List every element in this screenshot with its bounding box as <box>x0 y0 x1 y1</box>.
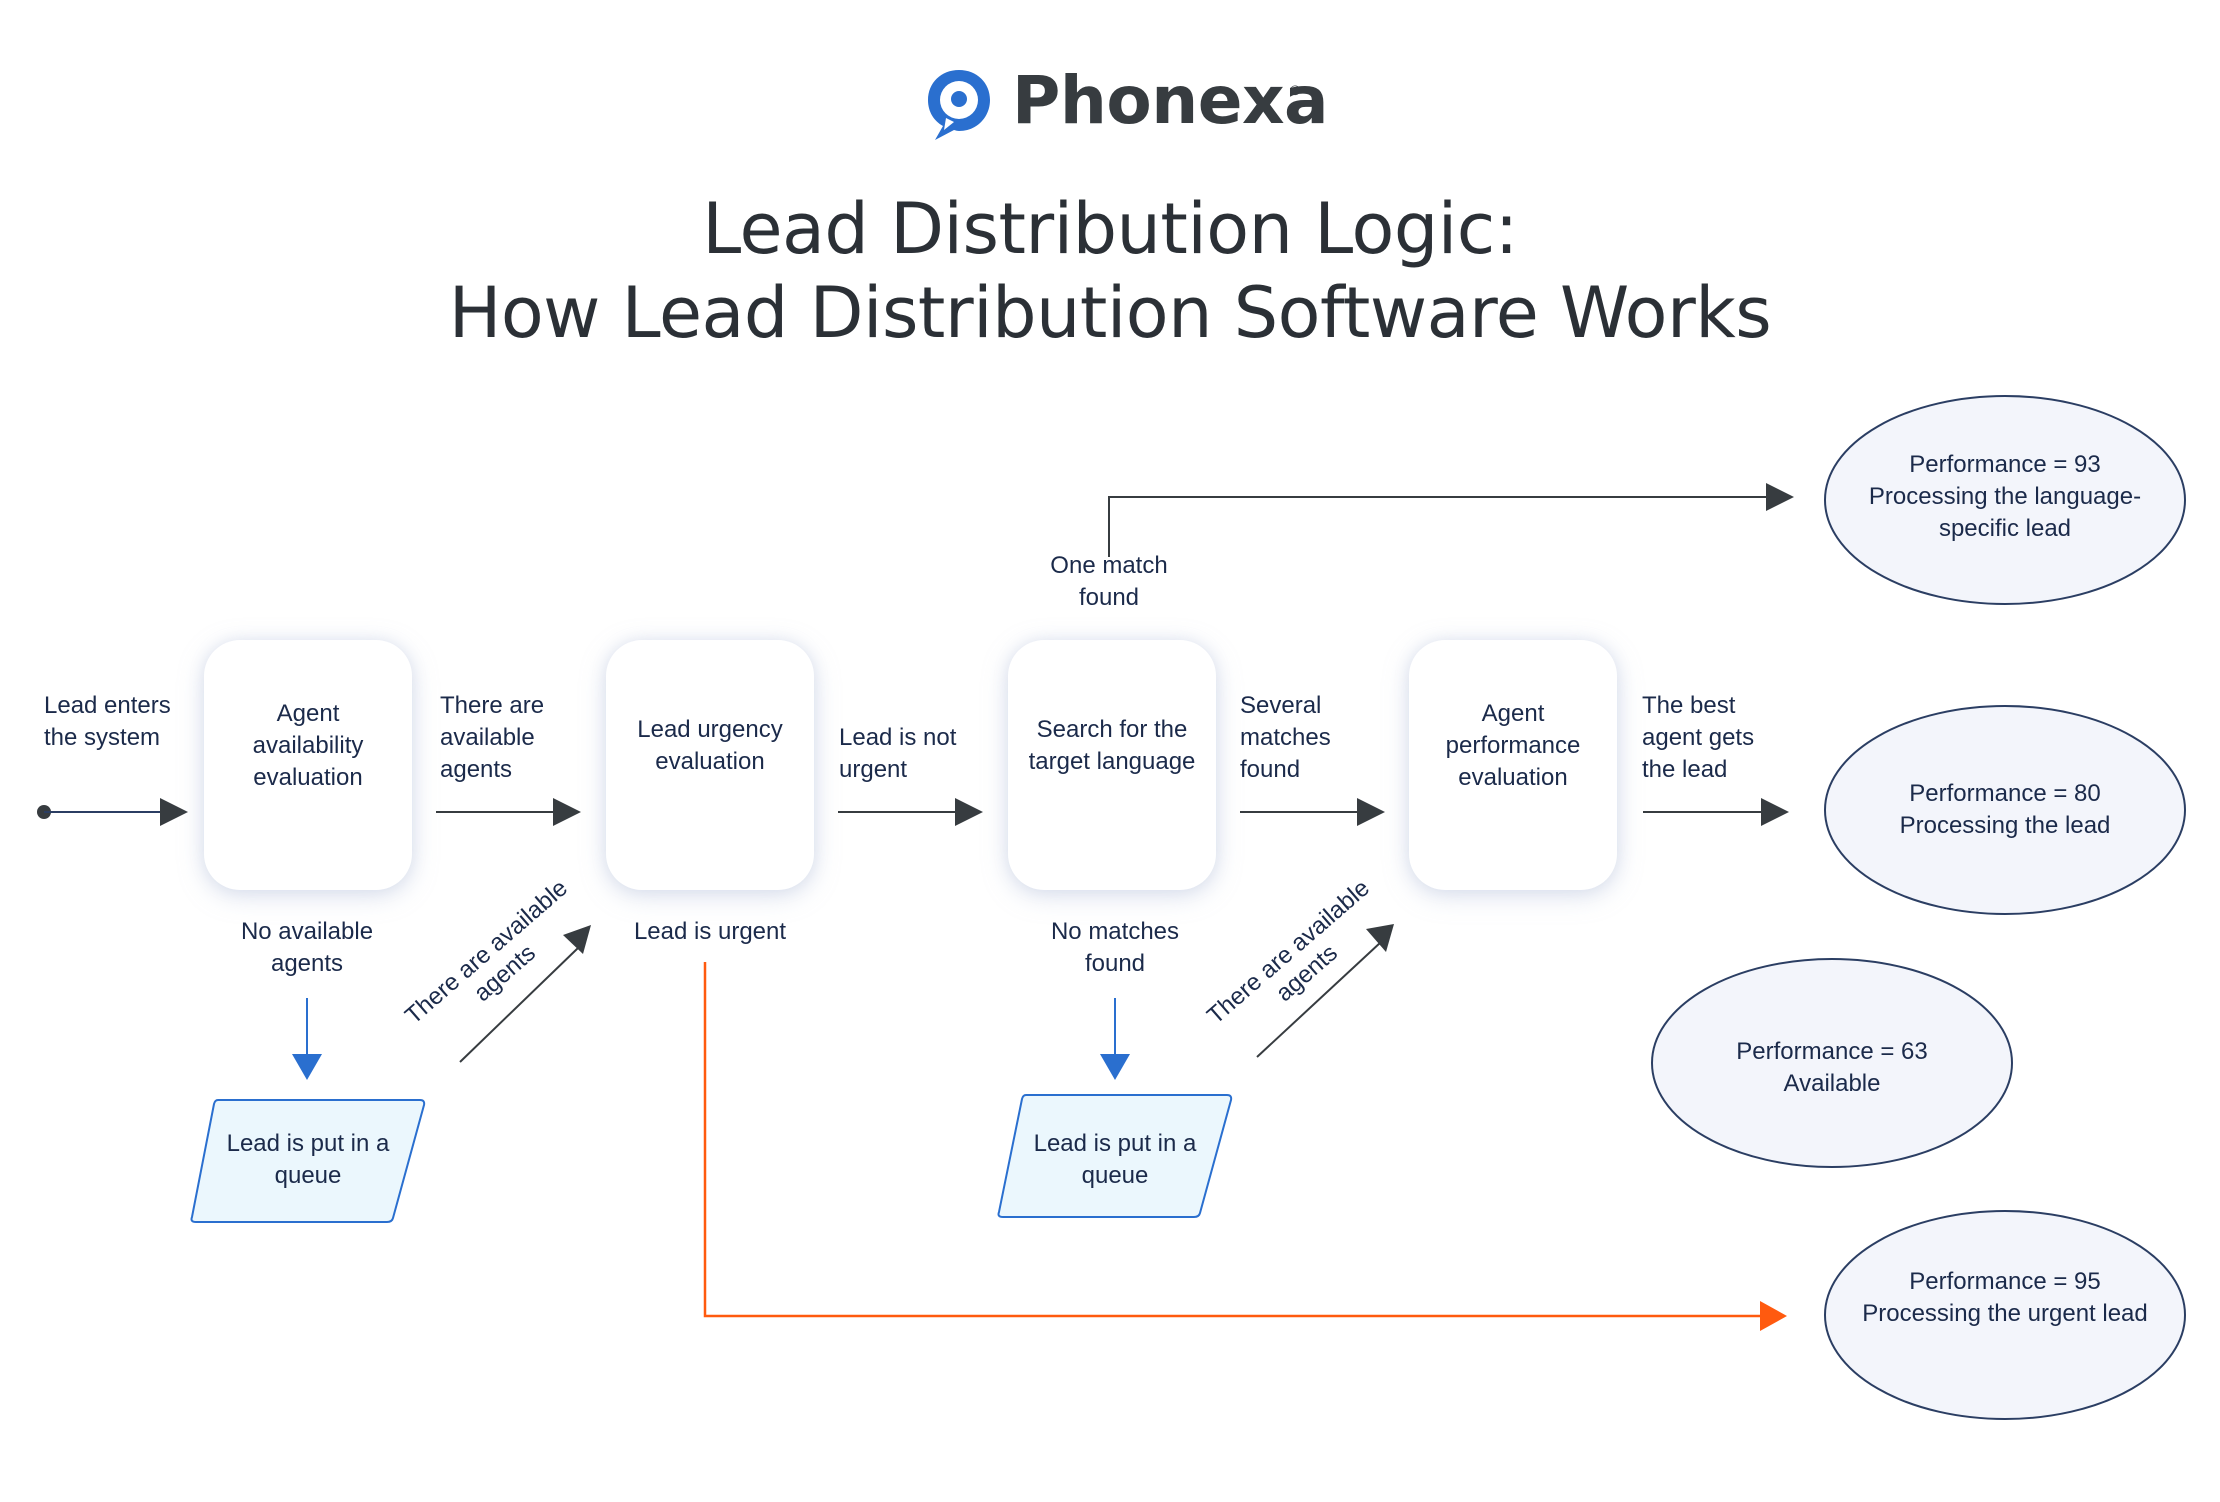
agent-93-text: Performance = 93 Processing the language… <box>1835 449 2175 545</box>
queue-label-1: Lead is put in a queue <box>226 1130 390 1189</box>
agent-95-text: Performance = 95 Processing the urgent l… <box>1835 1266 2175 1330</box>
agent-status: Processing the urgent lead <box>1862 1300 2148 1327</box>
start-arrowhead-icon <box>160 798 188 826</box>
step-lead-urgency: Lead urgency evaluation <box>606 640 814 890</box>
step-label: Search for the target language <box>1028 716 1196 775</box>
edge-label-urgent: Lead is urgent <box>633 918 787 945</box>
edge-label-available-agents: There are available agents <box>440 692 545 783</box>
arrowhead-icon <box>1760 1301 1787 1331</box>
arrow-one-match <box>1108 496 1770 557</box>
step-label: Agent availability evaluation <box>252 700 364 791</box>
agent-status: Available <box>1783 1070 1881 1097</box>
arrowhead-icon <box>1100 1054 1130 1080</box>
agent-performance: Performance = 93 <box>1909 451 2101 478</box>
arrowhead-icon <box>955 798 983 826</box>
agent-80-text: Performance = 80 Processing the lead <box>1835 778 2175 842</box>
arrowhead-icon <box>1761 798 1789 826</box>
edge-label-one-match: One match found <box>1050 552 1168 611</box>
arrowhead-icon <box>1766 483 1794 511</box>
step-language-search: Search for the target language <box>1008 640 1216 890</box>
step-agent-performance: Agent performance evaluation <box>1409 640 1617 890</box>
agent-status: Processing the language-specific lead <box>1868 483 2142 542</box>
step-label: Agent performance evaluation <box>1445 700 1581 791</box>
edge-label-no-agents: No available agents <box>240 918 374 977</box>
edge-label-best-agent: The best agent gets the lead <box>1642 692 1755 783</box>
agent-performance: Performance = 95 <box>1909 1268 2101 1295</box>
agent-performance: Performance = 80 <box>1909 780 2101 807</box>
step-label: Lead urgency evaluation <box>637 716 783 775</box>
arrowhead-icon <box>1357 798 1385 826</box>
start-label: Lead enters the system <box>44 692 171 751</box>
step-agent-availability: Agent availability evaluation <box>204 640 412 890</box>
arrowhead-icon <box>292 1054 322 1080</box>
edge-label-not-urgent: Lead is not urgent <box>839 724 957 783</box>
edge-label-several-matches: Several matches found <box>1240 692 1331 783</box>
agent-performance: Performance = 63 <box>1736 1038 1928 1065</box>
edge-label-no-matches: No matches found <box>1050 918 1180 977</box>
agent-63-text: Performance = 63 Available <box>1662 1036 2002 1100</box>
arrowhead-icon <box>553 798 581 826</box>
agent-status: Processing the lead <box>1899 812 2111 839</box>
queue-label-2: Lead is put in a queue <box>1033 1130 1197 1189</box>
